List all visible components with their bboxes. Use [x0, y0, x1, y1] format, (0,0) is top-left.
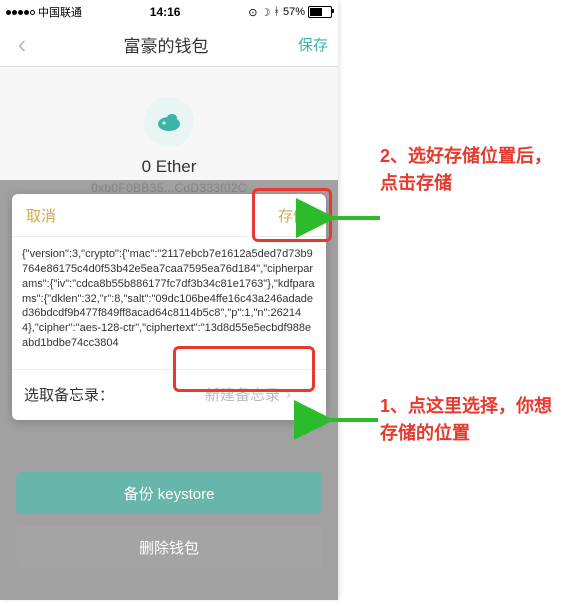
cancel-button[interactable]: 取消 [12, 205, 70, 226]
battery-pct-label: 57% [283, 6, 305, 18]
status-bar: 中国联通 14:16 ⊙ ☽ ᚼ 57% [0, 0, 338, 22]
signal-dots-icon [6, 6, 36, 18]
do-not-disturb-icon: ☽ [260, 6, 270, 19]
back-button[interactable]: ‹ [0, 22, 44, 66]
wallet-avatar-icon [144, 97, 194, 147]
page-title: 富豪的钱包 [44, 32, 288, 57]
phone-frame: 中国联通 14:16 ⊙ ☽ ᚼ 57% ‹ 富豪的钱包 保存 0 Ether … [0, 0, 338, 600]
alarm-icon: ⊙ [248, 6, 257, 19]
memo-placeholder: 新建备忘录 [205, 384, 280, 405]
memo-select-button[interactable]: 新建备忘录 › [182, 378, 314, 412]
action-sheet: 取消 存储 {"version":3,"crypto":{"mac":"2117… [12, 194, 326, 420]
annotation-1: 1、点这里选择，你想存储的位置 [380, 393, 569, 447]
annotation-2: 2、选好存储位置后，点击存储 [380, 143, 569, 197]
chevron-right-icon: › [286, 386, 291, 403]
delete-wallet-button[interactable]: 删除钱包 [16, 526, 322, 568]
memo-label: 选取备忘录： [24, 384, 114, 405]
bluetooth-icon: ᚼ [273, 6, 280, 18]
store-button[interactable]: 存储 [260, 205, 326, 226]
memo-row: 选取备忘录： 新建备忘录 › [12, 369, 326, 420]
bottom-buttons: 备份 keystore 删除钱包 [16, 472, 322, 580]
save-button[interactable]: 保存 [288, 34, 338, 55]
nav-bar: ‹ 富豪的钱包 保存 [0, 22, 338, 67]
wallet-content: 0 Ether 0xb0F0BB35...CdD333f02C [0, 67, 338, 195]
clock-label: 14:16 [82, 5, 248, 19]
carrier-label: 中国联通 [38, 4, 82, 20]
battery-icon [308, 6, 332, 18]
sheet-header: 取消 存储 [12, 194, 326, 237]
keystore-json-text: {"version":3,"crypto":{"mac":"2117ebcb7e… [12, 237, 326, 369]
balance-label: 0 Ether [0, 157, 338, 177]
backup-keystore-button[interactable]: 备份 keystore [16, 472, 322, 514]
